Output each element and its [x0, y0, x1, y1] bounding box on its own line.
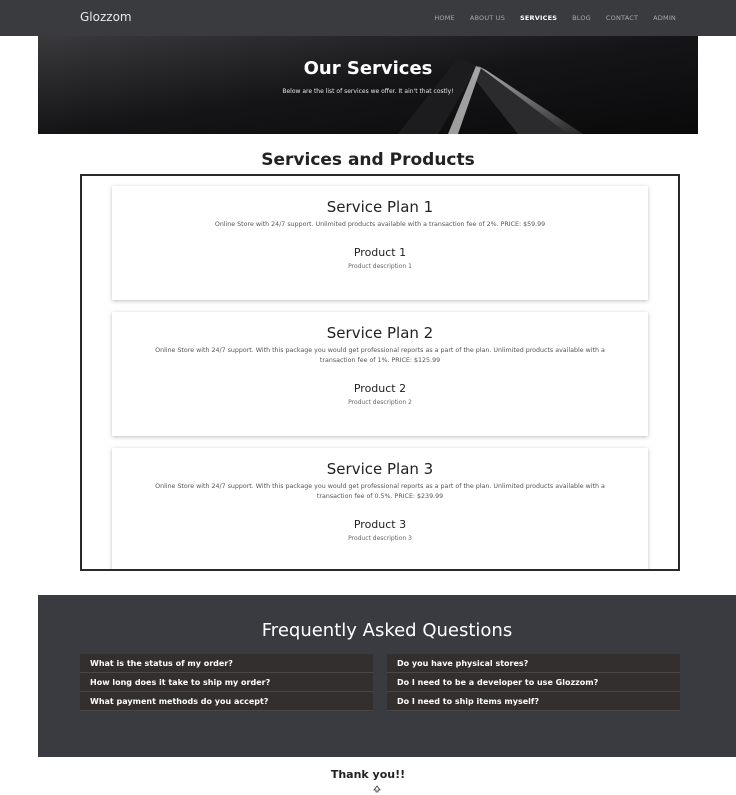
faq-item[interactable]: Do you have physical stores? — [387, 654, 680, 673]
service-plan-description: Online Store with 24/7 support. With thi… — [155, 347, 605, 364]
nav-contact[interactable]: CONTACT — [606, 14, 638, 22]
navbar: Glozzom HOME ABOUT US SERVICES BLOG CONT… — [0, 0, 736, 36]
faq-item[interactable]: Do I need to ship items myself? — [387, 692, 680, 711]
nav-services[interactable]: SERVICES — [520, 14, 557, 22]
product-description: Product description 1 — [348, 263, 412, 270]
service-plan-card: Service Plan 3 Online Store with 24/7 su… — [112, 448, 648, 569]
service-plan-title: Service Plan 3 — [326, 460, 434, 478]
service-plan-card: Service Plan 2 Online Store with 24/7 su… — [112, 312, 648, 436]
product-title: Product 2 — [353, 382, 407, 395]
service-plan-card: Service Plan 1 Online Store with 24/7 su… — [112, 186, 648, 300]
services-scroll-box[interactable]: Service Plan 1 Online Store with 24/7 su… — [80, 174, 680, 571]
hero-banner: Our Services Below are the list of servi… — [38, 36, 698, 134]
nav-about-us[interactable]: ABOUT US — [470, 14, 505, 22]
faq-section: Frequently Asked Questions What is the s… — [38, 595, 736, 757]
faq-item[interactable]: Do I need to be a developer to use Glozz… — [387, 673, 680, 692]
up-arrow-icon[interactable] — [373, 785, 381, 793]
services-section-title: Services and Products — [261, 150, 475, 170]
service-plan-description: Online Store with 24/7 support. Unlimite… — [214, 221, 546, 228]
service-plan-description: Online Store with 24/7 support. With thi… — [155, 483, 605, 500]
service-plan-title: Service Plan 2 — [326, 324, 434, 342]
faq-column-right: Do you have physical stores? Do I need t… — [387, 654, 680, 711]
nav-admin[interactable]: ADMIN — [653, 14, 676, 22]
service-plan-title: Service Plan 1 — [326, 198, 434, 216]
brand-logo[interactable]: Glozzom — [80, 10, 132, 24]
product-description: Product description 2 — [348, 399, 412, 406]
nav-home[interactable]: HOME — [434, 14, 455, 22]
page-title: Our Services — [303, 58, 433, 79]
faq-title: Frequently Asked Questions — [261, 620, 513, 641]
faq-item[interactable]: How long does it take to ship my order? — [80, 673, 373, 692]
nav-blog[interactable]: BLOG — [572, 14, 591, 22]
footer-text: Thank you!! — [330, 768, 406, 781]
page-subtitle: Below are the list of services we offer.… — [282, 88, 454, 95]
faq-item[interactable]: What payment methods do you accept? — [80, 692, 373, 711]
product-description: Product description 3 — [348, 535, 412, 542]
faq-item[interactable]: What is the status of my order? — [80, 654, 373, 673]
faq-column-left: What is the status of my order? How long… — [80, 654, 373, 711]
product-title: Product 3 — [353, 518, 407, 531]
nav-links: HOME ABOUT US SERVICES BLOG CONTACT ADMI… — [434, 0, 676, 36]
product-title: Product 1 — [353, 246, 407, 259]
hero-background-image — [38, 36, 698, 134]
